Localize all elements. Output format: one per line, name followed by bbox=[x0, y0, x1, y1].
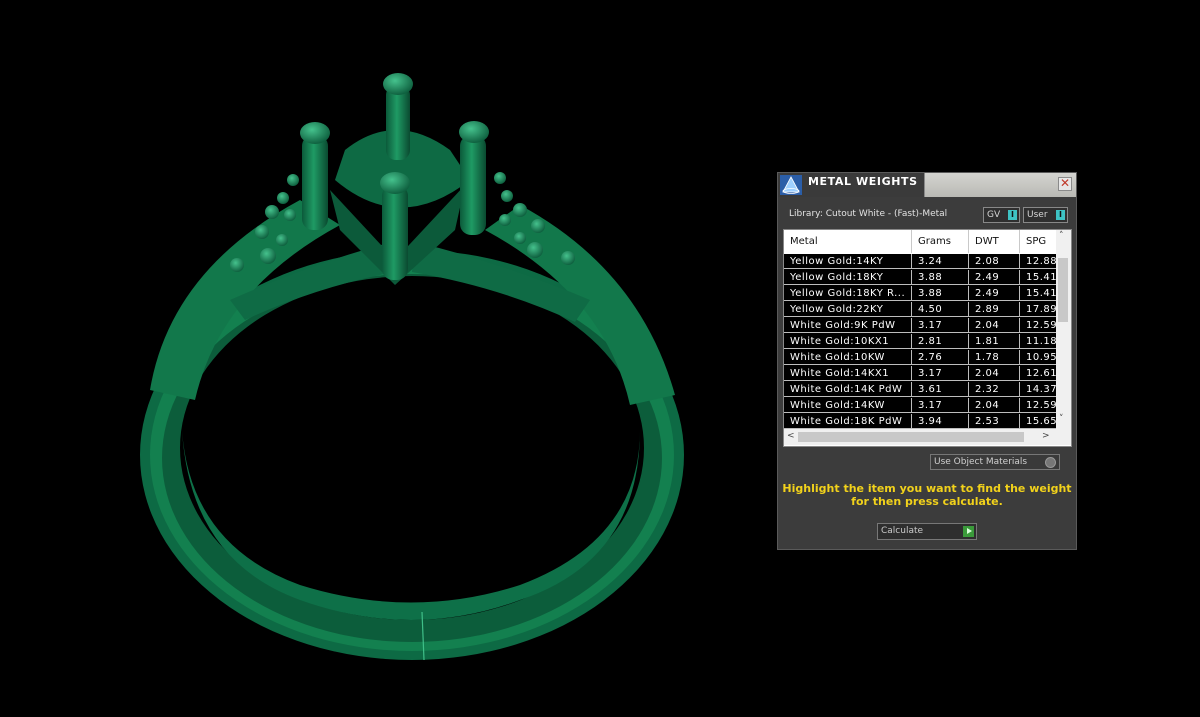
table-row[interactable]: Yellow Gold:18KY 3.88 2.49 15.41 bbox=[784, 270, 1056, 286]
horizontal-scroll-thumb[interactable] bbox=[798, 432, 1024, 442]
cell-dwt: 2.49 bbox=[969, 270, 1020, 285]
gv-toggle[interactable]: GV I bbox=[983, 207, 1020, 223]
table-row[interactable]: White Gold:18K PdW 3.94 2.53 15.65 bbox=[784, 414, 1056, 429]
table-row[interactable]: White Gold:9K PdW 3.17 2.04 12.59 bbox=[784, 318, 1056, 334]
chevron-left-icon[interactable]: < bbox=[787, 431, 795, 441]
user-label: User bbox=[1027, 210, 1048, 220]
cell-spg: 15.65 bbox=[1020, 414, 1056, 429]
cell-dwt: 1.81 bbox=[969, 334, 1020, 349]
cell-metal: White Gold:18K PdW bbox=[784, 414, 912, 429]
cell-grams: 3.17 bbox=[912, 318, 969, 333]
cell-metal: Yellow Gold:14KY bbox=[784, 254, 912, 269]
cell-spg: 12.61 bbox=[1020, 366, 1056, 381]
cell-dwt: 2.53 bbox=[969, 414, 1020, 429]
cell-spg: 12.59 bbox=[1020, 318, 1056, 333]
library-label: Library: Cutout White - (Fast)-Metal bbox=[789, 209, 948, 219]
cell-dwt: 2.89 bbox=[969, 302, 1020, 317]
table-row[interactable]: White Gold:14KX1 3.17 2.04 12.61 bbox=[784, 366, 1056, 382]
vertical-scrollbar[interactable]: ˄ ˅ bbox=[1056, 230, 1071, 429]
chevron-right-icon[interactable]: > bbox=[1042, 431, 1050, 441]
cell-grams: 3.17 bbox=[912, 398, 969, 413]
table-row[interactable]: Yellow Gold:14KY 3.24 2.08 12.88 bbox=[784, 254, 1056, 270]
gv-label: GV bbox=[987, 210, 1001, 220]
table-header: Metal Grams DWT SPG bbox=[784, 230, 1060, 254]
table-body: Yellow Gold:14KY 3.24 2.08 12.88 Yellow … bbox=[784, 254, 1056, 429]
cell-grams: 3.88 bbox=[912, 270, 969, 285]
use-object-materials-option[interactable]: Use Object Materials bbox=[930, 454, 1060, 470]
vertical-scroll-thumb[interactable] bbox=[1058, 258, 1068, 322]
cell-grams: 3.24 bbox=[912, 254, 969, 269]
cell-grams: 4.50 bbox=[912, 302, 969, 317]
cell-spg: 17.89 bbox=[1020, 302, 1056, 317]
instruction-line-2: for then press calculate. bbox=[851, 495, 1003, 508]
close-icon[interactable]: ✕ bbox=[1058, 177, 1072, 191]
cell-grams: 2.76 bbox=[912, 350, 969, 365]
panel-title: METAL WEIGHTS bbox=[808, 175, 918, 188]
cell-metal: White Gold:10KX1 bbox=[784, 334, 912, 349]
use-object-materials-label: Use Object Materials bbox=[934, 457, 1028, 467]
column-header-grams[interactable]: Grams bbox=[912, 230, 969, 253]
column-header-dwt[interactable]: DWT bbox=[969, 230, 1020, 253]
cell-dwt: 2.04 bbox=[969, 318, 1020, 333]
calculate-label: Calculate bbox=[881, 526, 924, 536]
instruction-text: Highlight the item you want to find the … bbox=[778, 482, 1076, 508]
column-header-metal[interactable]: Metal bbox=[784, 230, 912, 253]
chevron-up-icon[interactable]: ˄ bbox=[1059, 231, 1064, 241]
metal-table: Metal Grams DWT SPG Yellow Gold:14KY 3.2… bbox=[783, 229, 1072, 447]
panel-titlebar[interactable]: METAL WEIGHTS ✕ bbox=[778, 173, 1076, 197]
user-toggle[interactable]: User I bbox=[1023, 207, 1068, 223]
cell-spg: 10.95 bbox=[1020, 350, 1056, 365]
table-row[interactable]: White Gold:10KX1 2.81 1.81 11.18 bbox=[784, 334, 1056, 350]
gv-indicator: I bbox=[1008, 210, 1017, 220]
horizontal-scrollbar[interactable]: < > bbox=[784, 429, 1071, 445]
cell-grams: 3.88 bbox=[912, 286, 969, 301]
cell-metal: White Gold:9K PdW bbox=[784, 318, 912, 333]
cell-metal: White Gold:10KW bbox=[784, 350, 912, 365]
cell-dwt: 2.04 bbox=[969, 398, 1020, 413]
cell-dwt: 2.04 bbox=[969, 366, 1020, 381]
table-row[interactable]: White Gold:14KW 3.17 2.04 12.59 bbox=[784, 398, 1056, 414]
instruction-line-1: Highlight the item you want to find the … bbox=[782, 482, 1072, 495]
cell-metal: White Gold:14K PdW bbox=[784, 382, 912, 397]
cell-spg: 12.59 bbox=[1020, 398, 1056, 413]
rhino-cone-icon bbox=[780, 175, 802, 195]
cell-dwt: 1.78 bbox=[969, 350, 1020, 365]
cell-metal: Yellow Gold:18KY bbox=[784, 270, 912, 285]
metal-weights-panel: METAL WEIGHTS ✕ Library: Cutout White - … bbox=[777, 172, 1077, 550]
play-icon bbox=[963, 526, 974, 537]
cell-spg: 15.41 bbox=[1020, 270, 1056, 285]
radio-icon[interactable] bbox=[1045, 457, 1056, 468]
cell-metal: Yellow Gold:22KY bbox=[784, 302, 912, 317]
cell-metal: Yellow Gold:18KY R... bbox=[784, 286, 912, 301]
cell-dwt: 2.08 bbox=[969, 254, 1020, 269]
chevron-down-icon[interactable]: ˅ bbox=[1059, 414, 1064, 424]
cell-grams: 3.61 bbox=[912, 382, 969, 397]
table-row[interactable]: Yellow Gold:18KY R... 3.88 2.49 15.41 bbox=[784, 286, 1056, 302]
column-header-spg[interactable]: SPG bbox=[1020, 230, 1060, 253]
cell-spg: 12.88 bbox=[1020, 254, 1056, 269]
cell-metal: White Gold:14KW bbox=[784, 398, 912, 413]
table-row[interactable]: Yellow Gold:22KY 4.50 2.89 17.89 bbox=[784, 302, 1056, 318]
cell-grams: 2.81 bbox=[912, 334, 969, 349]
cell-dwt: 2.32 bbox=[969, 382, 1020, 397]
cell-grams: 3.17 bbox=[912, 366, 969, 381]
user-indicator: I bbox=[1056, 210, 1065, 220]
panel-title-tab: METAL WEIGHTS bbox=[778, 173, 925, 197]
cell-spg: 11.18 bbox=[1020, 334, 1056, 349]
cell-dwt: 2.49 bbox=[969, 286, 1020, 301]
cell-metal: White Gold:14KX1 bbox=[784, 366, 912, 381]
cell-grams: 3.94 bbox=[912, 414, 969, 429]
table-row[interactable]: White Gold:14K PdW 3.61 2.32 14.37 bbox=[784, 382, 1056, 398]
table-row[interactable]: White Gold:10KW 2.76 1.78 10.95 bbox=[784, 350, 1056, 366]
cell-spg: 14.37 bbox=[1020, 382, 1056, 397]
cell-spg: 15.41 bbox=[1020, 286, 1056, 301]
calculate-button[interactable]: Calculate bbox=[877, 523, 977, 540]
